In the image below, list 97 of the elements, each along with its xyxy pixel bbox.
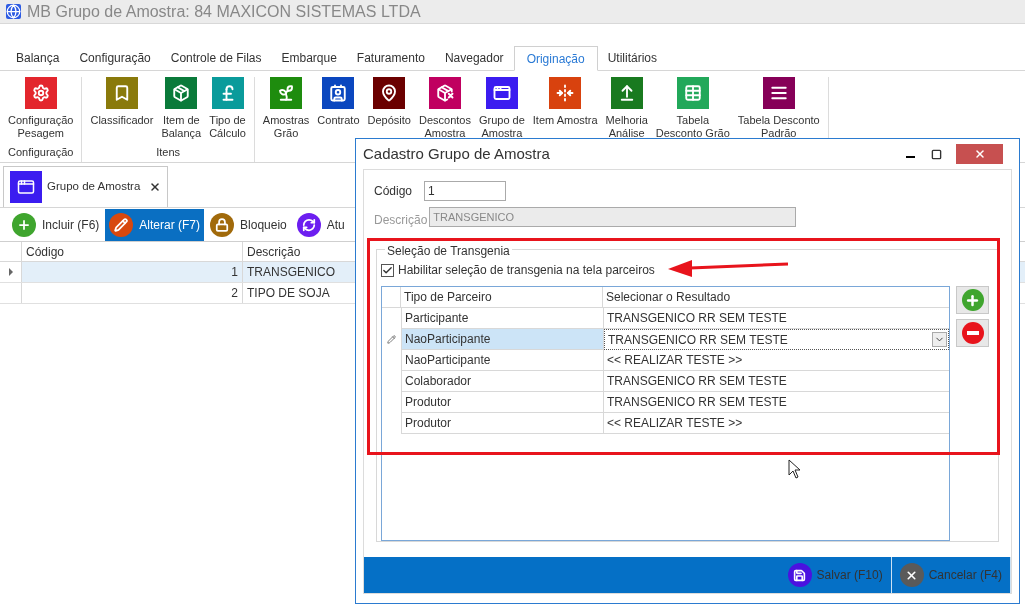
close-icon <box>973 148 986 160</box>
menu-tab[interactable]: Faturamento <box>346 46 435 70</box>
menu-tab[interactable]: Embarque <box>271 46 347 70</box>
maximize-icon[interactable] <box>931 148 942 160</box>
table-cell: 1 <box>22 262 243 282</box>
ribbon-label[interactable]: Configuração Pesagem <box>8 114 74 140</box>
table-cell: 2 <box>22 283 243 303</box>
table-cell[interactable]: NaoParticipante <box>401 350 604 371</box>
table-cell[interactable]: TRANSGENICO RR SEM TESTE <box>604 392 949 413</box>
ribbon-label[interactable]: Contrato <box>317 114 360 127</box>
app-globe-icon <box>6 4 21 19</box>
ribbon-tile[interactable] <box>322 77 355 109</box>
column-header[interactable]: Tipo de Parceiro <box>401 287 603 307</box>
table-cell[interactable]: << REALIZAR TESTE >> <box>604 350 949 371</box>
table-cell[interactable]: Participante <box>401 308 604 329</box>
column-header[interactable]: Código <box>22 242 243 261</box>
ribbon-label[interactable]: Item Amostra <box>532 114 598 127</box>
toolbar-button[interactable]: Atu <box>292 208 349 241</box>
arrows-inward-icon <box>556 84 575 102</box>
table-cell-text: TIPO DE SOJA <box>246 285 331 302</box>
box-icon <box>172 84 191 102</box>
menu-tab[interactable]: Utilitários <box>597 46 667 70</box>
menu-tab[interactable]: Navegador <box>434 46 514 70</box>
table-cell[interactable]: NaoParticipante <box>401 329 604 350</box>
table-cell-text: TRANSGENICO <box>246 264 336 281</box>
add-button[interactable] <box>956 286 989 314</box>
ribbon-label[interactable]: Grupo de Amostra <box>478 114 525 140</box>
ribbon-tile[interactable] <box>428 77 461 109</box>
ribbon-label[interactable]: Amostras Grão <box>262 114 310 140</box>
save-icon <box>793 568 807 582</box>
document-tab[interactable]: Grupo de Amostra <box>3 166 168 207</box>
gear-icon <box>31 84 50 102</box>
ribbon-tile[interactable] <box>549 77 582 109</box>
mouse-cursor-icon <box>788 459 802 479</box>
table-cell[interactable]: Produtor <box>401 413 604 434</box>
table-cell[interactable]: << REALIZAR TESTE >> <box>604 413 949 434</box>
column-header[interactable]: Selecionar o Resultado <box>603 287 949 307</box>
plus-icon <box>17 217 31 232</box>
ribbon-tile[interactable] <box>373 77 406 109</box>
ribbon-label[interactable]: Melhoria Análise <box>605 114 648 140</box>
menu-tab[interactable]: Balança <box>6 46 70 70</box>
ribbon-tile[interactable] <box>610 77 643 109</box>
toolbar-button[interactable]: Bloqueio <box>206 208 291 241</box>
table-cell[interactable]: Produtor <box>401 392 604 413</box>
check-icon <box>382 264 393 276</box>
ribbon-group-label: Configuração <box>8 144 74 160</box>
ribbon-label[interactable]: Item de Balança <box>161 114 202 140</box>
ribbon-label[interactable]: Classificador <box>90 114 154 127</box>
ribbon-tile[interactable] <box>165 77 198 109</box>
table-cell[interactable]: TRANSGENICO RR SEM TESTE <box>604 308 949 329</box>
menu-tab[interactable]: Originação <box>513 46 598 71</box>
checkbox[interactable] <box>381 263 394 277</box>
ribbon-label[interactable]: Tabela Desconto Grão <box>655 114 730 140</box>
ribbon-tile[interactable] <box>211 77 244 109</box>
ribbon-tile[interactable] <box>24 77 57 109</box>
minus-icon <box>966 331 979 335</box>
dialog-title: Cadastro Grupo de Amostra <box>363 143 550 164</box>
window-icon <box>17 178 35 196</box>
map-pin-icon <box>380 84 399 102</box>
lines-icon <box>769 84 788 102</box>
ribbon-tile[interactable] <box>270 77 303 109</box>
result-dropdown[interactable]: TRANSGENICO RR SEM TESTE <box>604 329 949 350</box>
toolbar-button[interactable]: Alterar (F7) <box>105 208 205 241</box>
ribbon-label[interactable]: Tabela Desconto Padrão <box>737 114 820 140</box>
ribbon-tile[interactable] <box>762 77 795 109</box>
plus-icon <box>965 292 980 308</box>
window-icon <box>492 84 511 102</box>
checkbox-label[interactable]: Habilitar seleção de transgenia na tela parceiros <box>398 261 655 279</box>
menu-tab[interactable]: Controle de Filas <box>160 46 272 70</box>
table-cell[interactable]: TRANSGENICO RR SEM TESTE <box>604 371 949 392</box>
refresh-icon <box>301 217 316 232</box>
remove-button[interactable] <box>956 319 989 347</box>
ribbon-label[interactable]: Descontos Amostra <box>418 114 471 140</box>
contact-card-icon <box>329 84 348 102</box>
menu-tab[interactable]: Configuração <box>69 46 161 70</box>
ribbon-tile[interactable] <box>105 77 138 109</box>
column-header[interactable]: Descrição <box>243 242 351 261</box>
toolbar-button[interactable]: Incluir (F6) <box>8 208 104 241</box>
field-label: Descrição <box>374 212 428 229</box>
code-field[interactable]: 1 <box>424 181 507 201</box>
pencil-icon <box>114 217 129 232</box>
pencil-icon <box>387 335 396 344</box>
ribbon-label[interactable]: Tipo de Cálculo <box>209 114 246 140</box>
table-cell[interactable]: Colaborador <box>401 371 604 392</box>
ribbon-group-label: Itens <box>156 144 181 160</box>
tab-label: Grupo de Amostra <box>47 179 141 195</box>
close-icon[interactable] <box>149 181 161 193</box>
row-pointer-icon <box>8 268 13 276</box>
box-x-icon <box>435 84 454 102</box>
lock-icon <box>215 217 230 232</box>
ribbon-tile[interactable] <box>485 77 518 109</box>
ribbon-tile[interactable] <box>676 77 709 109</box>
ribbon-label[interactable]: Depósito <box>367 114 411 127</box>
table-icon <box>683 84 702 102</box>
sprout-icon <box>277 84 296 102</box>
field-label: Código <box>374 183 413 200</box>
window-title: MB Grupo de Amostra: 84 MAXICON SISTEMAS LTDA <box>27 1 421 22</box>
